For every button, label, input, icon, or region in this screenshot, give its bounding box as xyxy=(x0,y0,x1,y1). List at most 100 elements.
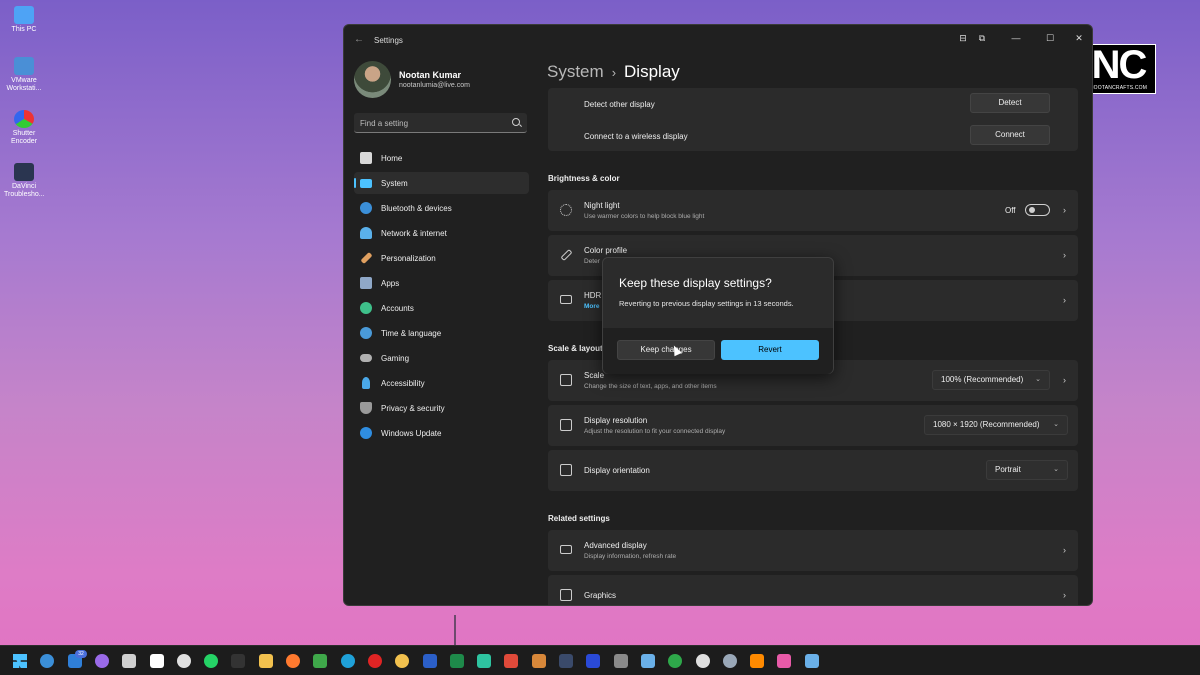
taskbar-word-icon[interactable] xyxy=(422,654,437,668)
shield-icon xyxy=(360,402,372,414)
sidebar-item-accounts[interactable]: Accounts xyxy=(354,297,529,319)
sidebar-item-time-language[interactable]: Time & language xyxy=(354,322,529,344)
taskbar-calculator-icon[interactable] xyxy=(613,654,628,668)
taskbar-folder-icon[interactable] xyxy=(258,654,273,668)
dialog-body xyxy=(603,258,833,328)
sidebar-item-gaming[interactable]: Gaming xyxy=(354,347,529,369)
taskbar-notepad-icon[interactable] xyxy=(640,654,655,668)
taskbar-photoshop-icon[interactable] xyxy=(586,654,601,668)
compact-icon[interactable]: ⧉ xyxy=(971,29,993,47)
sun-icon xyxy=(560,204,572,216)
chevron-right-icon: › xyxy=(1063,375,1066,385)
taskbar-cloud-icon[interactable] xyxy=(122,654,137,668)
desktop-icon-davinci[interactable]: DaVinci Troublesho... xyxy=(4,163,45,199)
section-scale-layout: Scale & layout xyxy=(548,344,603,353)
chevron-down-icon: ⌄ xyxy=(1053,466,1059,473)
dialog-message: Reverting to previous display settings i… xyxy=(619,299,794,308)
taskbar-opera-icon[interactable] xyxy=(367,654,382,668)
taskbar-tools-icon[interactable] xyxy=(804,654,819,668)
avatar[interactable] xyxy=(354,61,391,98)
taskbar-edge-icon[interactable] xyxy=(340,654,355,668)
desktop-icon-vmware[interactable]: VMware Workstati... xyxy=(4,57,44,93)
chevron-right-icon: › xyxy=(1063,295,1066,305)
update-icon xyxy=(360,427,372,439)
network-icon xyxy=(360,227,372,239)
scale-dropdown[interactable]: 100% (Recommended) ⌄ xyxy=(932,370,1050,390)
breadcrumb-parent[interactable]: System xyxy=(547,62,604,81)
night-light-toggle[interactable] xyxy=(1025,204,1050,216)
taskbar-screenshot-icon[interactable] xyxy=(504,654,519,668)
accounts-icon xyxy=(360,302,372,314)
revert-button[interactable]: Revert xyxy=(721,340,819,360)
desktop-icon-shutter-encoder[interactable]: Shutter Encoder xyxy=(4,110,44,146)
taskbar-xbox-icon[interactable] xyxy=(668,654,683,668)
desktop-icon-this-pc[interactable]: This PC xyxy=(4,6,44,34)
profile-email: nootanlumia@live.com xyxy=(399,82,470,89)
title-bar[interactable]: ← Settings ⊟ ⧉ — ☐ ✕ xyxy=(344,25,1092,55)
orientation-row[interactable]: Display orientation Portrait ⌄ xyxy=(548,450,1078,491)
detect-button[interactable]: Detect xyxy=(970,93,1050,113)
profile-name: Nootan Kumar xyxy=(399,70,462,80)
taskbar-copilot-icon[interactable] xyxy=(94,654,109,668)
taskbar: 32 xyxy=(0,645,1200,675)
taskbar-vlc-icon[interactable] xyxy=(750,654,765,668)
search-input[interactable] xyxy=(360,117,500,129)
section-related-settings: Related settings xyxy=(548,514,610,523)
taskbar-info-icon[interactable] xyxy=(40,654,55,668)
multiple-displays-card: Detect other display Detect Connect to a… xyxy=(548,88,1078,151)
taskbar-chatgpt-icon[interactable] xyxy=(176,654,191,668)
graphics-row[interactable]: Graphics › xyxy=(548,575,1078,605)
apps-icon xyxy=(360,277,372,289)
sidebar-item-home[interactable]: Home xyxy=(354,147,529,169)
taskbar-chrome-icon[interactable] xyxy=(395,654,410,668)
orientation-dropdown[interactable]: Portrait ⌄ xyxy=(986,460,1068,480)
taskbar-media-icon[interactable] xyxy=(777,654,792,668)
monitor-icon xyxy=(560,545,572,554)
advanced-display-row[interactable]: Advanced display Display information, re… xyxy=(548,530,1078,571)
dialog-title: Keep these display settings? xyxy=(619,276,772,290)
sidebar-item-personalization[interactable]: Personalization xyxy=(354,247,529,269)
back-arrow-icon[interactable]: ← xyxy=(354,34,364,45)
taskbar-store-icon[interactable] xyxy=(149,654,164,668)
resolution-row[interactable]: Display resolution Adjust the resolution… xyxy=(548,405,1078,446)
minimize-button[interactable]: — xyxy=(1005,29,1027,47)
notification-badge: 32 xyxy=(75,650,87,658)
sidebar-item-network[interactable]: Network & internet xyxy=(354,222,529,244)
resolution-dropdown[interactable]: 1080 × 1920 (Recommended) ⌄ xyxy=(924,415,1068,435)
search-box[interactable] xyxy=(354,113,527,133)
sidebar-item-windows-update[interactable]: Windows Update xyxy=(354,422,529,444)
resolution-icon xyxy=(560,419,572,431)
sidebar-item-system[interactable]: System xyxy=(354,172,529,194)
taskbar-app-icon[interactable] xyxy=(477,654,492,668)
chevron-down-icon: ⌄ xyxy=(1035,376,1041,383)
graphics-icon xyxy=(560,589,572,601)
taskbar-terminal-icon[interactable] xyxy=(231,654,246,668)
shutter-encoder-icon xyxy=(14,110,34,128)
connect-button[interactable]: Connect xyxy=(970,125,1050,145)
sidebar-item-privacy[interactable]: Privacy & security xyxy=(354,397,529,419)
connect-label: Connect to a wireless display xyxy=(584,132,688,141)
maximize-button[interactable]: ☐ xyxy=(1039,29,1061,47)
taskbar-davinci-icon[interactable] xyxy=(559,654,573,668)
sidebar-item-apps[interactable]: Apps xyxy=(354,272,529,294)
taskbar-firefox-icon[interactable] xyxy=(286,654,300,668)
orientation-icon xyxy=(560,464,572,476)
night-light-row[interactable]: Night light Use warmer colors to help bl… xyxy=(548,190,1078,231)
close-button[interactable]: ✕ xyxy=(1068,29,1090,47)
keep-changes-button[interactable]: Keep changes xyxy=(617,340,715,360)
search-icon[interactable] xyxy=(512,118,520,126)
page-title: Display xyxy=(624,62,680,81)
taskbar-browser-icon[interactable] xyxy=(313,654,328,668)
breadcrumb-separator: › xyxy=(611,65,617,80)
clock-globe-icon xyxy=(360,327,372,339)
sidebar-item-accessibility[interactable]: Accessibility xyxy=(354,372,529,394)
taskbar-moon-icon[interactable] xyxy=(695,654,710,668)
hdr-more-link[interactable]: More xyxy=(584,303,600,310)
taskbar-settings-icon[interactable] xyxy=(722,654,737,668)
sidebar-item-bluetooth[interactable]: Bluetooth & devices xyxy=(354,197,529,219)
taskbar-whatsapp-icon[interactable] xyxy=(204,654,219,668)
taskbar-excel-icon[interactable] xyxy=(449,654,464,668)
detect-label: Detect other display xyxy=(584,100,655,109)
taskbar-start-icon[interactable] xyxy=(13,654,27,668)
taskbar-game-icon[interactable] xyxy=(531,654,546,668)
